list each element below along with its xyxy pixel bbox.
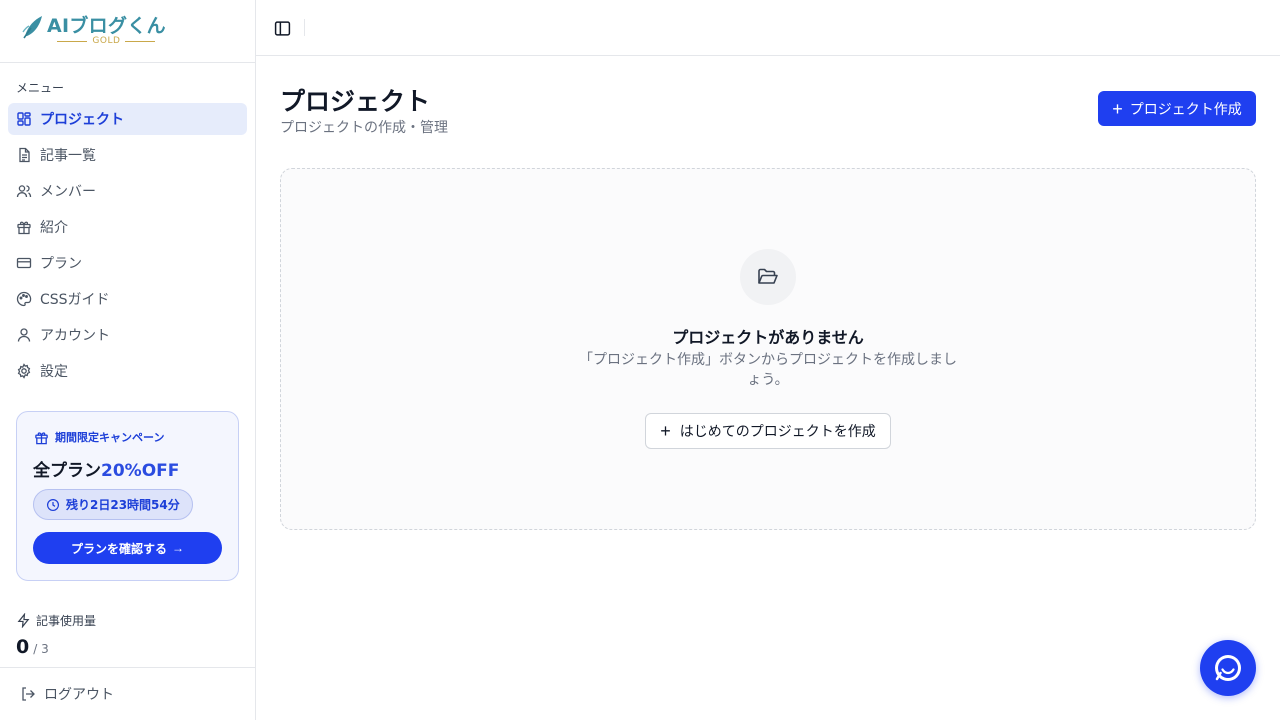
gift-icon (16, 219, 32, 235)
plus-icon: + (660, 421, 671, 441)
logout-area: ログアウト (0, 667, 255, 720)
countdown-text: 残り2日23時間54分 (66, 498, 180, 512)
sidebar-item-css-guide[interactable]: CSSガイド (8, 283, 247, 315)
usage-limit: / 3 (33, 642, 49, 656)
create-project-label: プロジェクト作成 (1129, 100, 1242, 117)
lightning-icon (16, 613, 36, 628)
credit-card-icon (16, 255, 32, 271)
sidebar-item-label: 紹介 (40, 220, 68, 236)
usage-used: 0 (16, 636, 30, 658)
sidebar-item-label: 設定 (40, 364, 68, 380)
sidebar-item-label: 記事一覧 (40, 148, 96, 164)
leaf-logo-icon (22, 14, 44, 44)
plus-icon: + (1112, 98, 1123, 119)
usage-label: 記事使用量 (36, 614, 97, 628)
view-plans-button[interactable]: プランを確認する → (33, 532, 222, 564)
document-icon (16, 147, 32, 163)
grid-icon (16, 111, 32, 127)
sidebar-item-projects[interactable]: プロジェクト (8, 103, 247, 135)
sidebar-item-plan[interactable]: プラン (8, 247, 247, 279)
divider (125, 40, 156, 42)
palette-icon (16, 291, 32, 307)
sidebar-item-label: メンバー (40, 184, 96, 200)
logout-label: ログアウト (44, 687, 114, 703)
sidebar-toggle-button[interactable] (272, 18, 292, 38)
sidebar-item-label: CSSガイド (40, 292, 110, 308)
divider (57, 40, 88, 42)
sidebar-item-members[interactable]: メンバー (8, 175, 247, 207)
empty-state: プロジェクトがありません 「プロジェクト作成」ボタンからプロジェクトを作成しまし… (280, 168, 1256, 530)
article-usage: 記事使用量 0 / 3 (16, 612, 96, 658)
chat-widget-button[interactable] (1200, 640, 1256, 696)
sidebar: AIブログくん GOLD メニュー プロジェクト 記事一覧 メンバー 紹介 プラ… (0, 0, 256, 720)
empty-state-description: 「プロジェクト作成」ボタンからプロジェクトを作成しましょう。 (579, 352, 957, 388)
brand-title: AIブログくん (47, 15, 166, 37)
arrow-right-icon: → (172, 541, 184, 555)
page-subtitle: プロジェクトの作成・管理 (280, 120, 448, 136)
menu-label: メニュー (16, 81, 65, 95)
gear-icon (16, 363, 32, 379)
logout-button[interactable]: ログアウト (20, 684, 114, 704)
user-icon (16, 327, 32, 343)
view-plans-label: プランを確認する (70, 541, 167, 556)
brand-tier: GOLD (92, 36, 121, 46)
brand-logo[interactable]: AIブログくん GOLD (22, 14, 166, 46)
sidebar-nav: プロジェクト 記事一覧 メンバー 紹介 プラン CSSガイド アカウント 設定 (8, 103, 247, 391)
sidebar-item-label: プラン (40, 256, 82, 272)
logout-icon (20, 686, 44, 702)
campaign-heading-text: 期間限定キャンペーン (55, 431, 165, 444)
empty-state-title: プロジェクトがありません (672, 328, 864, 347)
sidebar-item-label: アカウント (40, 328, 110, 344)
sidebar-item-label: プロジェクト (40, 112, 124, 128)
sidebar-item-settings[interactable]: 設定 (8, 355, 247, 387)
clock-icon (46, 498, 66, 512)
sidebar-item-articles[interactable]: 記事一覧 (8, 139, 247, 171)
app-root: AIブログくん GOLD メニュー プロジェクト 記事一覧 メンバー 紹介 プラ… (0, 0, 1280, 720)
gift-icon (34, 430, 55, 445)
campaign-title: 全プラン20%OFF (33, 456, 179, 481)
folder-open-icon (740, 249, 796, 305)
chat-icon (1211, 651, 1245, 685)
create-first-project-label: はじめてのプロジェクトを作成 (679, 423, 876, 439)
create-first-project-button[interactable]: + はじめてのプロジェクトを作成 (645, 413, 891, 449)
users-icon (16, 183, 32, 199)
page-title: プロジェクト (280, 87, 431, 116)
sidebar-item-account[interactable]: アカウント (8, 319, 247, 351)
campaign-title-prefix: 全プラン (33, 461, 101, 481)
logo-area: AIブログくん GOLD (0, 0, 255, 63)
divider (304, 19, 305, 36)
countdown-badge: 残り2日23時間54分 (33, 489, 193, 520)
sidebar-item-referral[interactable]: 紹介 (8, 211, 247, 243)
campaign-heading: 期間限定キャンペーン (34, 429, 164, 445)
panel-left-icon (274, 20, 291, 37)
create-project-button[interactable]: + プロジェクト作成 (1098, 91, 1256, 126)
campaign-card: 期間限定キャンペーン 全プラン20%OFF 残り2日23時間54分 プランを確認… (16, 411, 239, 581)
campaign-title-highlight: 20%OFF (101, 461, 180, 481)
topbar (256, 0, 1280, 56)
